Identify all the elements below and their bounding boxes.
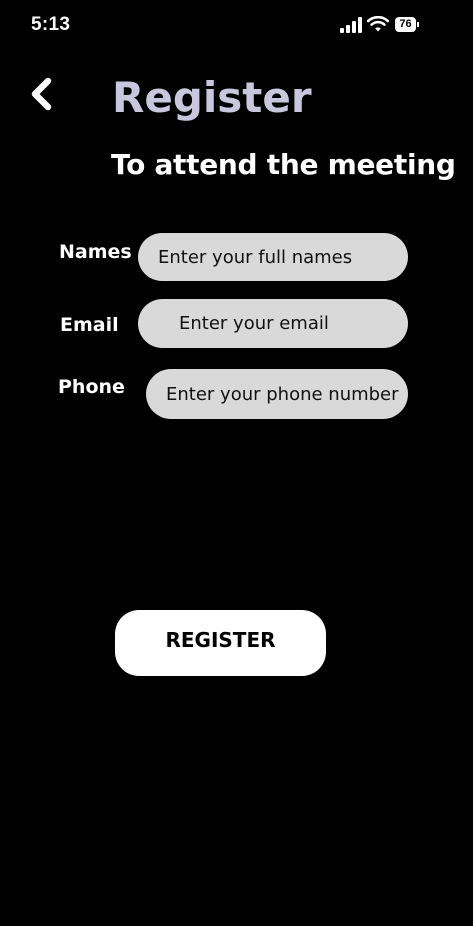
back-button[interactable] [24, 74, 60, 114]
names-input[interactable] [138, 233, 408, 281]
status-bar: 5:13 76 [0, 0, 473, 50]
email-label: Email [60, 314, 119, 336]
names-label: Names [59, 241, 132, 263]
phone-input[interactable] [146, 369, 408, 419]
wifi-icon [367, 16, 389, 32]
battery-icon: 76 [395, 17, 419, 32]
page-title: Register [112, 73, 312, 122]
page-subtitle: To attend the meeting [111, 148, 456, 181]
email-input[interactable] [138, 299, 408, 348]
signal-icon [340, 17, 362, 33]
status-time: 5:13 [31, 14, 71, 35]
register-button[interactable]: REGISTER [115, 610, 326, 676]
chevron-left-icon [31, 77, 52, 111]
phone-label: Phone [58, 376, 125, 398]
